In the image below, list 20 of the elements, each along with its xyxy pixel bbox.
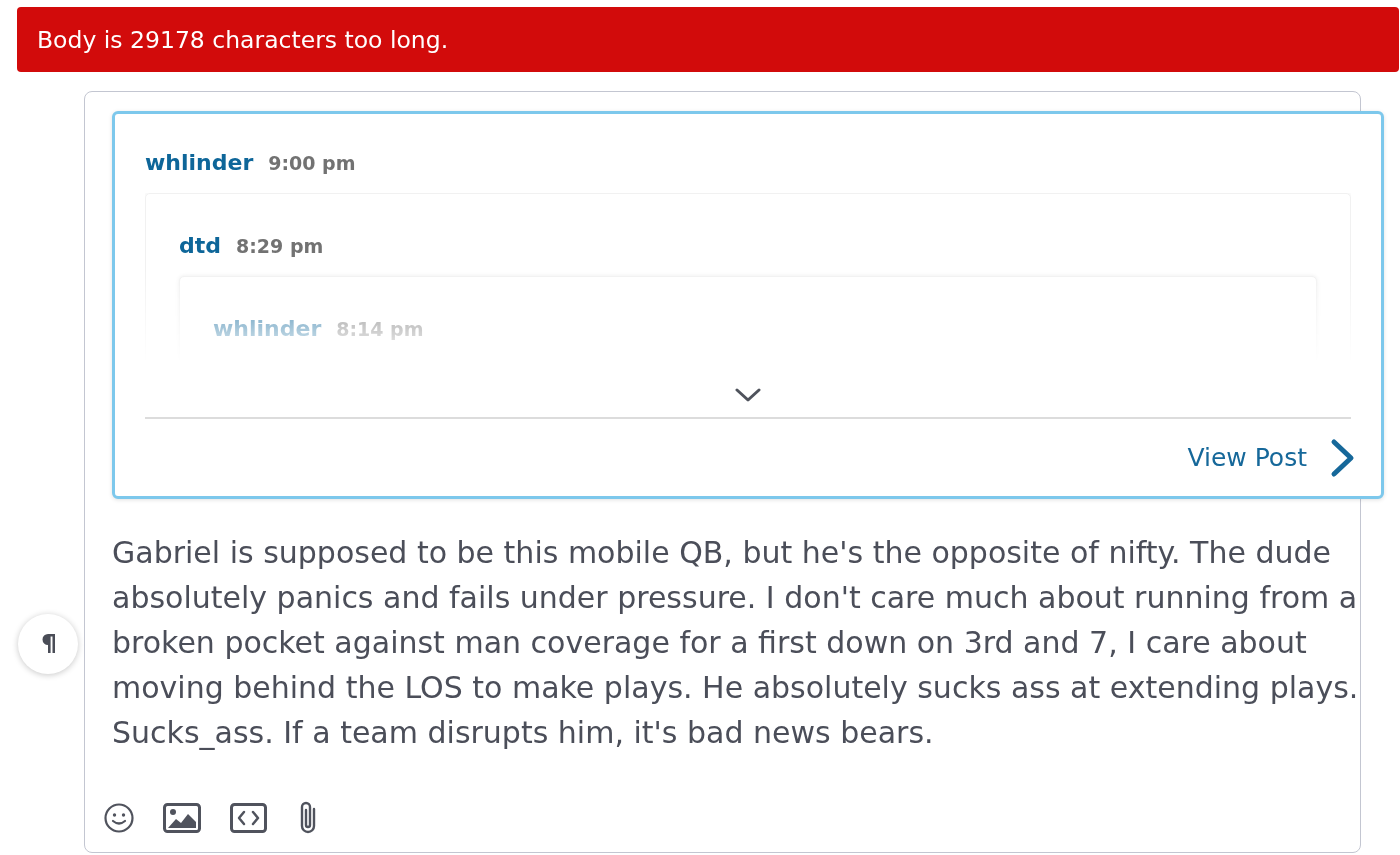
post-body-text: Gabriel is supposed to be this mobile QB, but he's the opposite of nifty. The dude absolutely panics and fails under pressure. I don't care much about running from a broken pocket against man coverage for a first down on 3rd and 7, I care about moving behind the LOS to make plays. He absolutely sucks ass at extending plays. Sucks_ass. If a team disrupts him, it's bad news bears. — [112, 534, 1360, 752]
pilcrow-icon — [41, 634, 55, 653]
image-icon — [163, 803, 201, 833]
paragraph-button[interactable] — [18, 613, 78, 674]
post-time: 8:29 pm — [236, 234, 324, 259]
post-time: 9:00 pm — [268, 151, 356, 176]
smiley-icon — [104, 803, 134, 833]
chevron-right-icon — [1330, 437, 1355, 478]
author-name: whlinder — [145, 149, 254, 177]
post-time: 8:14 pm — [336, 317, 424, 342]
image-button[interactable] — [163, 803, 201, 833]
view-post-link[interactable]: View Post — [1187, 437, 1355, 478]
chevron-down-icon — [735, 388, 761, 402]
code-button[interactable] — [230, 803, 267, 833]
author-name: dtd — [179, 232, 221, 260]
emoji-button[interactable] — [104, 803, 134, 833]
code-icon — [230, 803, 267, 833]
expand-button[interactable] — [735, 388, 761, 402]
author-name: whlinder — [213, 315, 322, 343]
error-message: Body is 29178 characters too long. — [37, 25, 449, 54]
